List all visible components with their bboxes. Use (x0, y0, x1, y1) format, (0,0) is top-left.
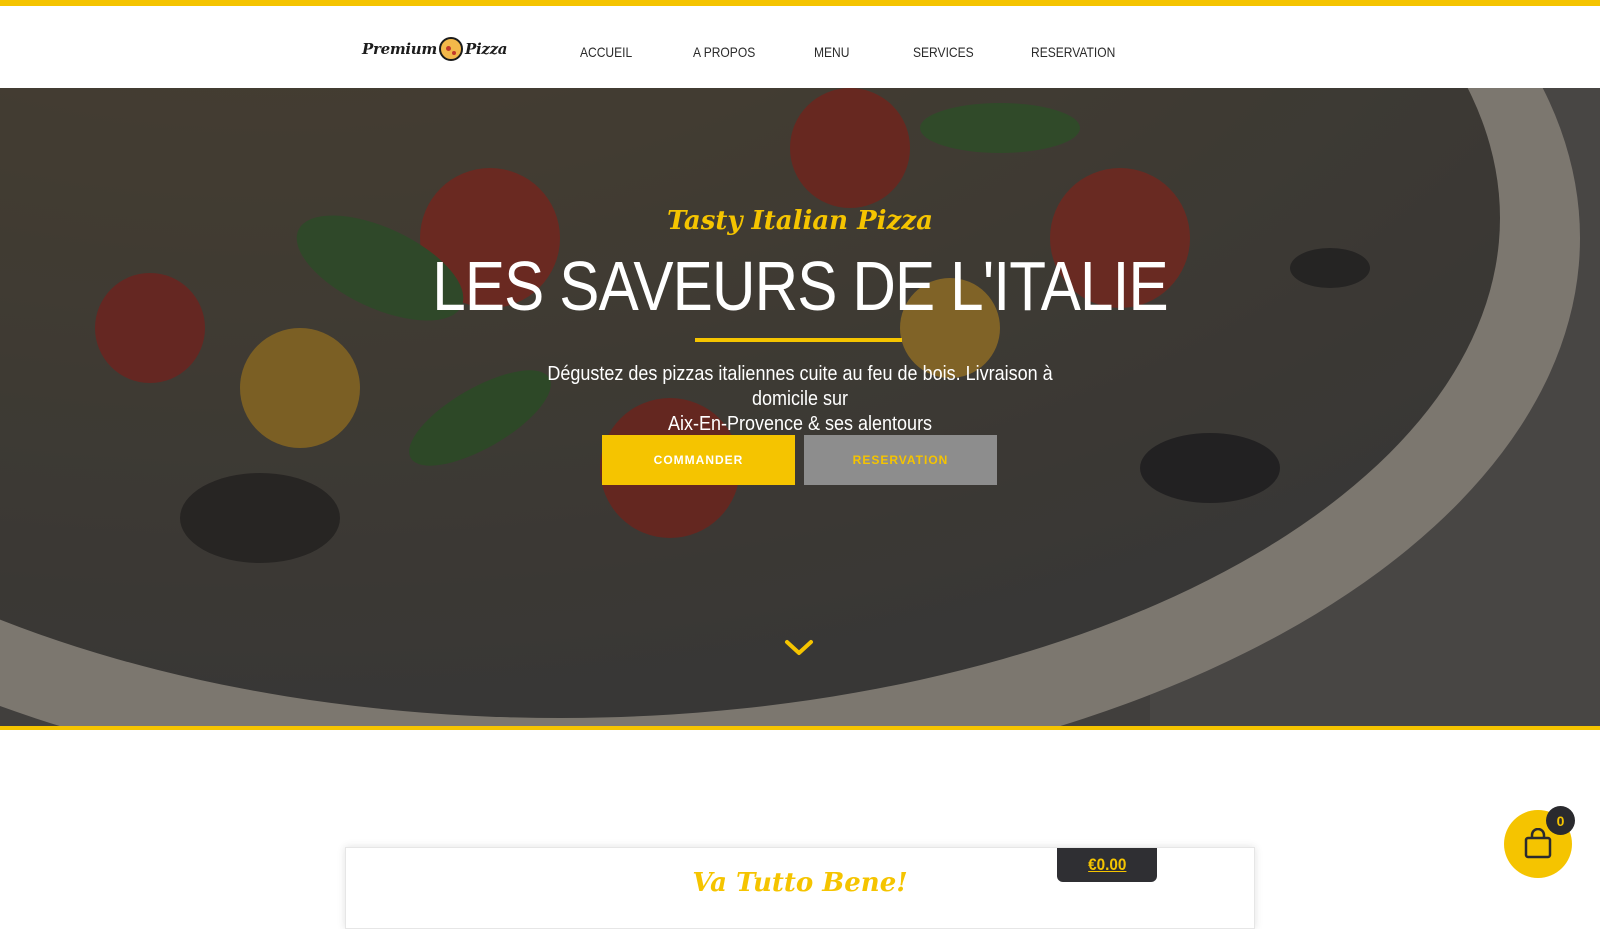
cart-total[interactable]: €0.00 (1057, 848, 1157, 882)
hero-subtext: Dégustez des pizzas italiennes cuite au … (530, 362, 1070, 437)
site-logo[interactable]: Premium Pizza (362, 32, 508, 66)
hero-subtext-line-1: Dégustez des pizzas italiennes cuite au … (547, 363, 1053, 410)
nav-item-accueil[interactable]: ACCUEIL (580, 44, 632, 60)
nav-item-a-propos[interactable]: A PROPOS (693, 44, 755, 60)
cart-count-badge: 0 (1546, 806, 1575, 835)
hero-section: Tasty Italian Pizza LES SAVEURS DE L'ITA… (0, 88, 1600, 726)
logo-text-premium: Premium (362, 40, 437, 58)
nav-item-reservation[interactable]: RESERVATION (1031, 44, 1115, 60)
nav-item-services[interactable]: SERVICES (913, 44, 974, 60)
chevron-down-icon[interactable] (784, 638, 814, 658)
headline-underline (695, 338, 902, 342)
hero-bottom-accent (0, 726, 1600, 730)
logo-text-pizza: Pizza (464, 40, 508, 58)
order-button[interactable]: COMMANDER (602, 435, 795, 485)
nav-item-menu[interactable]: MENU (814, 44, 849, 60)
site-header: Premium Pizza ACCUEIL A PROPOS MENU SERV… (0, 6, 1600, 88)
cart-total-amount[interactable]: €0.00 (1088, 855, 1126, 875)
hero-tagline: Tasty Italian Pizza (667, 206, 933, 236)
pizza-logo-icon (438, 37, 463, 61)
shopping-bag-icon (1524, 828, 1552, 859)
hero-subtext-line-2: Aix-En-Provence & ses alentours (667, 413, 933, 435)
reservation-button[interactable]: RESERVATION (804, 435, 997, 485)
hero-headline: LES SAVEURS DE L'ITALIE (432, 247, 1168, 325)
